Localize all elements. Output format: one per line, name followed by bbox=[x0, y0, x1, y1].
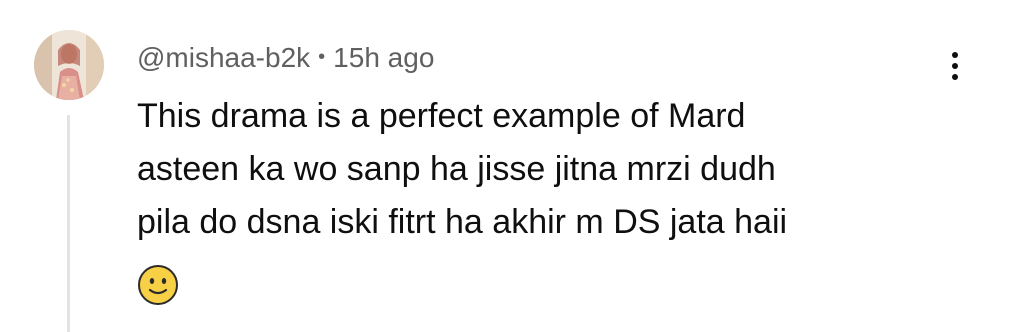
slightly-smiling-face-icon bbox=[137, 264, 179, 306]
comment-text-line: This drama is a perfect example of Mard bbox=[137, 97, 746, 135]
avatar[interactable] bbox=[34, 30, 104, 100]
comment-text-line: asteen ka wo sanp ha jisse jitna mrzi du… bbox=[137, 150, 776, 188]
comment-timestamp[interactable]: 15h ago bbox=[333, 42, 434, 74]
meta-separator: • bbox=[318, 45, 326, 68]
author-handle[interactable]: @mishaa-b2k bbox=[137, 42, 310, 74]
comment-meta: @mishaa-b2k • 15h ago bbox=[137, 38, 434, 78]
comment-item: @mishaa-b2k • 15h ago This drama is a pe… bbox=[0, 0, 1024, 332]
more-vertical-icon bbox=[952, 52, 958, 58]
comment-text: This drama is a perfect example of Mard … bbox=[137, 90, 937, 249]
comment-text-line: pila do dsna iski fitrt ha akhir m DS ja… bbox=[137, 203, 788, 241]
avatar-image bbox=[34, 30, 104, 100]
more-options-button[interactable] bbox=[940, 44, 970, 88]
thread-line bbox=[67, 115, 70, 332]
more-vertical-icon-dot bbox=[952, 74, 958, 80]
more-vertical-icon-dot bbox=[952, 63, 958, 69]
